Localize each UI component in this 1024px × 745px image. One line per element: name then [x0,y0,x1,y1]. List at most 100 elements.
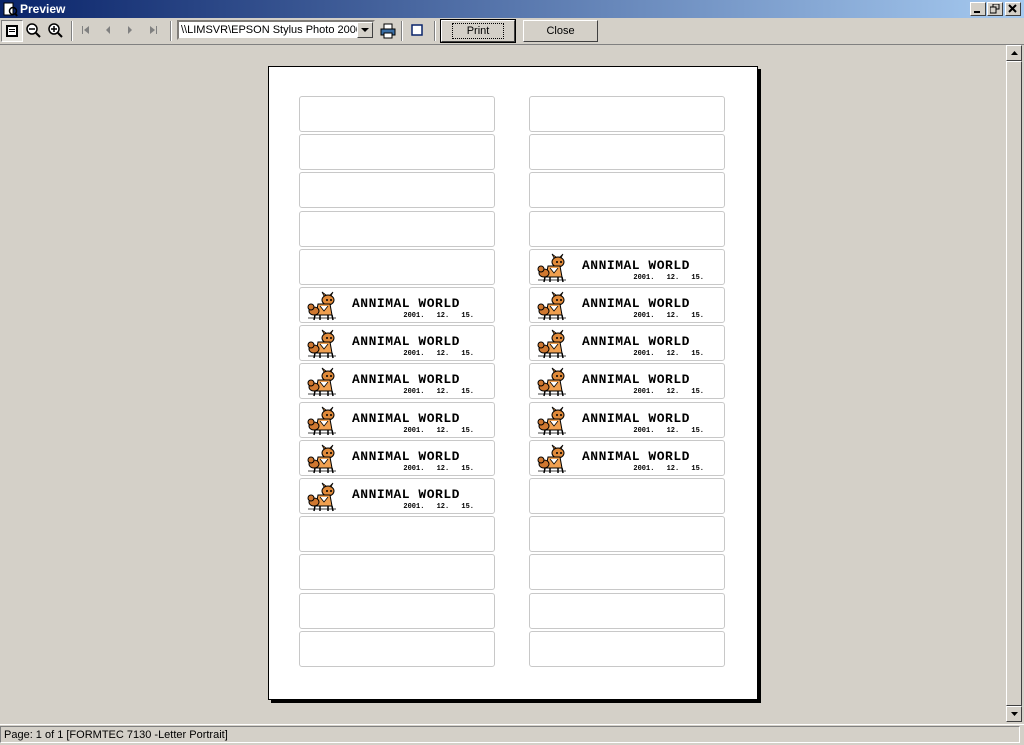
page-setup-button[interactable] [407,20,429,42]
previous-page-button[interactable] [98,20,120,42]
first-page-icon [82,26,89,34]
label-cell: ANNIMAL WORLD 2001. 12. 15. [529,363,725,399]
animal-logo-icon [307,367,336,397]
label-title: ANNIMAL WORLD [582,372,690,387]
first-page-button[interactable] [76,20,98,42]
close-button-label: Close [546,25,575,37]
printer-icon [380,23,396,39]
label-cell: ANNIMAL WORLD 2001. 12. 15. [529,440,725,476]
print-button-label: Print [451,23,505,39]
close-window-button[interactable] [1005,2,1021,16]
toolbar-separator [170,21,172,41]
vertical-scrollbar[interactable] [1006,45,1022,722]
minimize-button[interactable] [970,2,986,16]
toolbar-separator [71,21,73,41]
previous-page-icon [106,26,110,34]
restore-icon [990,4,1000,14]
status-bar: Page: 1 of 1 [FORMTEC 7130 -Letter Portr… [0,724,1024,745]
label-cell [529,134,725,170]
label-cell: ANNIMAL WORLD 2001. 12. 15. [529,287,725,323]
label-cell [529,211,725,247]
label-date: 2001. 12. 15. [633,274,704,282]
label-title: ANNIMAL WORLD [352,487,460,502]
label-cell: ANNIMAL WORLD 2001. 12. 15. [299,325,495,361]
label-date: 2001. 12. 15. [633,388,704,396]
animal-logo-icon [307,444,336,474]
printer-select-value: \\LIMSVR\EPSON Stylus Photo 2000P [181,24,357,36]
label-cell [529,593,725,629]
last-page-button[interactable] [143,20,165,42]
app-icon [3,2,18,17]
label-cell: ANNIMAL WORLD 2001. 12. 15. [299,478,495,514]
preview-page: ANNIMAL WORLD 2001. 12. 15. ANNIMAL WORLD 2… [268,66,758,700]
animal-logo-icon [307,406,336,436]
next-page-button[interactable] [120,20,142,42]
animal-logo-icon [537,406,566,436]
page-setup-icon [411,24,423,36]
restore-button[interactable] [987,2,1003,16]
label-cell [529,172,725,208]
label-cell [529,96,725,132]
label-date: 2001. 12. 15. [633,465,704,473]
scroll-down-button[interactable] [1006,706,1022,722]
label-title: ANNIMAL WORLD [582,334,690,349]
window-title: Preview [20,2,66,16]
label-cell: ANNIMAL WORLD 2001. 12. 15. [529,402,725,438]
arrow-down-icon [1011,712,1018,716]
zoom-in-button[interactable] [45,20,67,42]
label-cell [529,516,725,552]
next-page-icon [128,26,132,34]
label-title: ANNIMAL WORLD [582,296,690,311]
printer-select-dropdown-button[interactable] [357,22,373,38]
label-cell [529,631,725,667]
label-title: ANNIMAL WORLD [352,334,460,349]
label-title: ANNIMAL WORLD [352,411,460,426]
animal-logo-icon [537,253,566,283]
label-cell [299,631,495,667]
animal-logo-icon [307,329,336,359]
toolbar-separator [434,21,436,41]
label-date: 2001. 12. 15. [633,350,704,358]
label-date: 2001. 12. 15. [403,465,474,473]
label-cell [299,172,495,208]
label-cell: ANNIMAL WORLD 2001. 12. 15. [299,363,495,399]
animal-logo-icon [307,482,336,512]
label-cell [529,478,725,514]
label-title: ANNIMAL WORLD [582,449,690,464]
animal-logo-icon [307,291,336,321]
preview-area[interactable]: ANNIMAL WORLD 2001. 12. 15. ANNIMAL WORLD 2… [0,45,1006,722]
label-date: 2001. 12. 15. [633,312,704,320]
animal-logo-icon [537,444,566,474]
label-cell [299,516,495,552]
toolbar-separator [401,21,403,41]
printer-setup-button[interactable] [377,20,399,42]
label-cell: ANNIMAL WORLD 2001. 12. 15. [299,402,495,438]
whole-page-icon [6,25,18,37]
label-date: 2001. 12. 15. [633,427,704,435]
zoom-in-icon [48,23,63,38]
close-icon [1008,4,1017,13]
scroll-thumb[interactable] [1006,61,1022,706]
close-button[interactable]: Close [523,20,598,42]
scroll-up-button[interactable] [1006,45,1022,61]
label-date: 2001. 12. 15. [403,312,474,320]
zoom-out-button[interactable] [23,20,45,42]
whole-page-button[interactable] [1,20,23,42]
minimize-icon [974,11,980,13]
label-date: 2001. 12. 15. [403,388,474,396]
status-panel: Page: 1 of 1 [FORMTEC 7130 -Letter Portr… [0,726,1020,743]
chevron-down-icon [361,28,369,32]
label-title: ANNIMAL WORLD [352,372,460,387]
label-cell: ANNIMAL WORLD 2001. 12. 15. [299,440,495,476]
label-cell [299,134,495,170]
print-button[interactable]: Print [440,19,516,43]
animal-logo-icon [537,367,566,397]
label-cell [529,554,725,590]
printer-select[interactable]: \\LIMSVR\EPSON Stylus Photo 2000P [177,20,375,40]
label-date: 2001. 12. 15. [403,427,474,435]
title-bar: Preview [0,0,1024,18]
zoom-out-icon [26,23,41,38]
label-title: ANNIMAL WORLD [352,296,460,311]
label-date: 2001. 12. 15. [403,503,474,511]
label-cell: ANNIMAL WORLD 2001. 12. 15. [529,325,725,361]
